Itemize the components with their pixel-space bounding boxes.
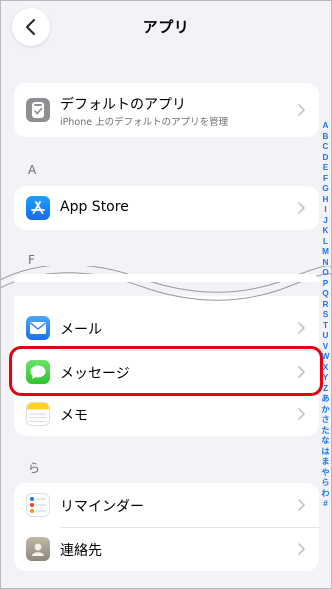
app-label: リマインダー <box>60 499 144 515</box>
mail-icon <box>26 316 50 340</box>
navigation-bar: アプリ <box>0 0 332 56</box>
index-letter[interactable]: G <box>322 184 328 195</box>
index-letter[interactable]: V <box>323 342 328 353</box>
index-letter[interactable]: T <box>323 321 328 332</box>
chevron-right-icon <box>298 202 305 214</box>
index-letter[interactable]: W <box>322 352 330 363</box>
chevron-right-icon <box>298 322 305 334</box>
index-letter[interactable]: M <box>322 247 329 258</box>
index-letter[interactable]: I <box>324 205 326 216</box>
index-letter[interactable]: L <box>323 237 328 248</box>
app-row-messages[interactable]: メッセージ <box>14 350 319 394</box>
index-letter[interactable]: た <box>321 426 329 437</box>
index-letter[interactable]: O <box>322 268 328 279</box>
index-letter[interactable]: H <box>323 195 329 206</box>
index-letter[interactable]: X <box>323 363 328 374</box>
messages-icon <box>26 360 50 384</box>
index-letter[interactable]: D <box>323 153 329 164</box>
chevron-right-icon <box>298 366 305 378</box>
section-f-card-top <box>14 274 319 282</box>
app-row-app-store[interactable]: App Store <box>14 186 319 230</box>
index-letter[interactable]: ま <box>321 457 329 468</box>
notes-icon <box>26 402 50 426</box>
index-letter[interactable]: N <box>323 258 329 269</box>
section-header-ra: ら <box>28 461 41 475</box>
default-apps-icon <box>26 98 50 122</box>
app-row-mail[interactable]: メール <box>14 306 319 350</box>
app-label: メッセージ <box>60 366 130 382</box>
chevron-right-icon <box>298 499 305 511</box>
section-ra-card: リマインダー 連絡先 <box>14 483 319 571</box>
section-a-card: App Store <box>14 186 319 230</box>
app-label: メモ <box>60 408 88 424</box>
section-m-card: メール メッセージ メモ <box>14 306 319 436</box>
contacts-icon <box>26 537 50 561</box>
index-letter[interactable]: さ <box>321 415 329 426</box>
index-letter[interactable]: C <box>323 142 329 153</box>
index-letter[interactable]: わ <box>321 489 329 500</box>
app-row-contacts[interactable]: 連絡先 <box>14 527 319 571</box>
app-label: App Store <box>60 199 129 215</box>
reminders-icon <box>26 493 50 517</box>
index-letter[interactable]: B <box>323 132 329 143</box>
index-letter[interactable]: K <box>323 226 329 237</box>
chevron-right-icon <box>298 104 305 116</box>
index-letter[interactable]: は <box>321 447 329 458</box>
index-letter[interactable]: Q <box>322 289 328 300</box>
page-title: アプリ <box>142 18 190 36</box>
index-letter[interactable]: A <box>323 121 329 132</box>
index-letter[interactable]: R <box>323 300 329 311</box>
app-label: 連絡先 <box>60 543 102 559</box>
section-index[interactable]: A B C D E F G H I J K L M N O P Q R S T U V W X Y Z あかさたなはまやらわ # <box>319 121 332 510</box>
index-letter[interactable]: E <box>323 163 328 174</box>
chevron-right-icon <box>298 408 305 420</box>
index-letter[interactable]: S <box>323 310 328 321</box>
app-row-reminders[interactable]: リマインダー <box>14 483 319 527</box>
section-header-a: A <box>28 163 37 177</box>
index-letter[interactable]: や <box>321 468 329 479</box>
index-letter[interactable]: F <box>323 174 328 185</box>
index-letter[interactable]: Y <box>323 373 328 384</box>
index-letter[interactable]: Z <box>323 384 328 395</box>
index-letter[interactable]: J <box>323 216 328 227</box>
index-letter[interactable]: あ <box>321 394 329 405</box>
index-letter[interactable]: ら <box>321 478 329 489</box>
app-row-notes[interactable]: メモ <box>14 392 319 436</box>
default-apps-subtitle: iPhone 上のデフォルトのアプリを管理 <box>60 117 229 128</box>
index-letter[interactable]: P <box>323 279 328 290</box>
default-apps-card[interactable]: デフォルトのアプリ iPhone 上のデフォルトのアプリを管理 <box>14 83 319 137</box>
app-store-icon <box>26 196 50 220</box>
index-letter[interactable]: U <box>323 331 329 342</box>
app-label: メール <box>60 322 102 338</box>
index-letter[interactable]: # <box>323 499 328 510</box>
chevron-right-icon <box>298 543 305 555</box>
default-apps-title: デフォルトのアプリ <box>60 97 186 113</box>
index-letter[interactable]: な <box>321 436 329 447</box>
section-header-f: F <box>28 253 35 267</box>
index-letter[interactable]: か <box>321 405 329 416</box>
